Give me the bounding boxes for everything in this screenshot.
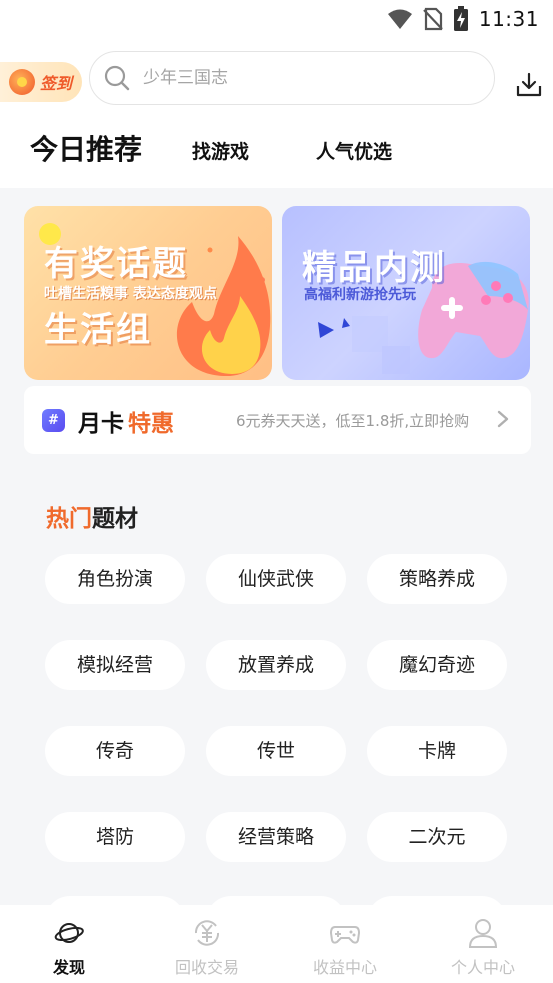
planet-icon <box>54 923 84 943</box>
tab-find-games[interactable]: 找游戏 <box>192 130 249 174</box>
topic-chip[interactable]: 角色扮演 <box>45 554 185 604</box>
topic-chip[interactable]: 塔防 <box>45 812 185 862</box>
person-icon <box>468 919 498 948</box>
nav-label: 收益中心 <box>312 958 377 977</box>
status-bar: 11:31 <box>0 0 553 40</box>
month-card-title: 月卡 <box>78 411 124 437</box>
nav-recycle-trade[interactable]: 回收交易 <box>138 905 276 983</box>
gamepad-icon <box>329 926 361 944</box>
topic-chip[interactable]: 二次元 <box>367 812 507 862</box>
search-input[interactable] <box>141 67 445 89</box>
top-tabs: 今日推荐 找游戏 人气优选 <box>0 128 553 172</box>
chevron-right-icon <box>497 410 509 428</box>
banner-beta-test[interactable]: 精品内测 高福利新游抢先玩 <box>282 206 530 380</box>
clock: 11:31 <box>478 7 539 31</box>
banner-subtitle: 吐槽生活糗事 表达态度观点 <box>44 286 217 302</box>
search-icon <box>104 65 130 91</box>
hot-topics-title-rest: 题材 <box>92 506 138 532</box>
nav-label: 回收交易 <box>174 958 239 977</box>
bottom-nav: 发现 回收交易 收益中心 个人中心 <box>0 905 553 983</box>
app-header: 签到 今日推荐 找游戏 人气优选 <box>0 40 553 188</box>
banner-reward-topic[interactable]: 有奖话题 吐槽生活糗事 表达态度观点 生活组 <box>24 206 272 380</box>
topic-chip[interactable]: 传奇 <box>45 726 185 776</box>
hashtag-icon: # <box>42 409 65 432</box>
hot-topics-title-highlight: 热门 <box>46 506 92 532</box>
month-card-title-highlight: 特惠 <box>128 411 174 437</box>
nav-discover[interactable]: 发现 <box>0 905 138 983</box>
download-icon[interactable] <box>516 72 542 98</box>
nav-label: 个人中心 <box>450 958 515 977</box>
signin-button[interactable]: 签到 <box>0 62 82 102</box>
topic-chip[interactable]: 策略养成 <box>367 554 507 604</box>
topic-chip[interactable]: 仙侠武侠 <box>206 554 346 604</box>
month-card-description: 6元券天天送，低至1.8折,立即抢购 <box>236 412 470 430</box>
battery-charging-icon <box>453 6 468 31</box>
banner-subtitle: 高福利新游抢先玩 <box>304 287 416 303</box>
tab-popular-picks[interactable]: 人气优选 <box>316 130 392 174</box>
banner-title: 精品内测 <box>302 248 446 288</box>
no-sim-icon <box>423 7 443 31</box>
nav-label: 发现 <box>52 958 85 977</box>
nav-personal-center[interactable]: 个人中心 <box>414 905 552 983</box>
nav-earnings-center[interactable]: 收益中心 <box>276 905 414 983</box>
banner-title-secondary: 生活组 <box>44 310 152 350</box>
wifi-icon <box>387 9 412 29</box>
topic-chip[interactable]: 传世 <box>206 726 346 776</box>
coin-icon <box>9 69 35 95</box>
topic-chip[interactable]: 魔幻奇迹 <box>367 640 507 690</box>
search-bar[interactable] <box>89 51 495 105</box>
yuan-recycle-icon <box>194 920 220 946</box>
topic-chip[interactable]: 卡牌 <box>367 726 507 776</box>
topic-chip[interactable]: 模拟经营 <box>45 640 185 690</box>
topic-chip[interactable]: 经营策略 <box>206 812 346 862</box>
month-card-promo[interactable]: # 月卡 特惠 6元券天天送，低至1.8折,立即抢购 <box>24 386 531 454</box>
tab-today-recommend[interactable]: 今日推荐 <box>30 128 142 172</box>
hot-topics-title: 热门题材 <box>46 499 138 533</box>
banner-title: 有奖话题 <box>44 244 188 284</box>
topic-chip[interactable]: 放置养成 <box>206 640 346 690</box>
signin-label: 签到 <box>40 74 73 93</box>
